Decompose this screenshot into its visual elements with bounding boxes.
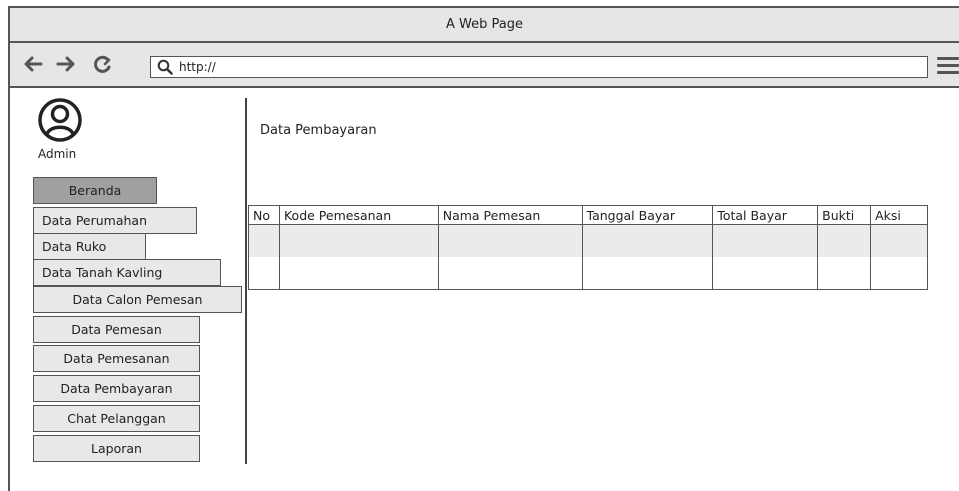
sidebar-item-data-perumahan[interactable]: Data Perumahan (33, 207, 197, 234)
col-header-no: No (248, 205, 280, 225)
hamburger-menu-icon[interactable] (937, 57, 959, 77)
table-cell (581, 224, 714, 257)
sidebar-item-data-calon-pemesan[interactable]: Data Calon Pemesan (33, 286, 242, 313)
table-cell (581, 256, 714, 290)
title-bar: A Web Page (10, 8, 959, 43)
sidebar-item-data-pemesanan[interactable]: Data Pemesanan (33, 345, 200, 372)
search-icon (157, 59, 173, 75)
col-header-aksi: Aksi (870, 205, 928, 225)
payment-table: No Kode Pemesanan Nama Pemesan Tanggal B… (248, 205, 928, 290)
url-text: http:// (179, 60, 216, 74)
sidebar-item-data-tanah-kavling[interactable]: Data Tanah Kavling (33, 259, 221, 286)
address-bar[interactable]: http:// (150, 56, 928, 78)
sidebar-item-label: Beranda (68, 183, 122, 198)
col-header-kode-pemesanan: Kode Pemesanan (278, 205, 439, 225)
table-cell (248, 256, 280, 290)
sidebar-item-label: Data Pemesanan (63, 351, 170, 366)
window-title: A Web Page (446, 17, 523, 32)
table-row (248, 256, 928, 290)
sidebar-item-label: Data Perumahan (42, 213, 148, 228)
page-title: Data Pembayaran (260, 123, 377, 138)
sidebar-item-data-ruko[interactable]: Data Ruko (33, 233, 146, 260)
user-avatar-icon (38, 98, 82, 142)
table-cell (817, 256, 872, 290)
table-row (248, 224, 928, 257)
sidebar-item-label: Chat Pelanggan (67, 411, 166, 426)
col-header-tanggal-bayar: Tanggal Bayar (581, 205, 714, 225)
table-cell (437, 224, 583, 257)
col-header-total-bayar: Total Bayar (712, 205, 819, 225)
sidebar-divider (245, 98, 247, 464)
col-header-bukti: Bukti (817, 205, 872, 225)
sidebar-item-data-pemesan[interactable]: Data Pemesan (33, 316, 200, 343)
sidebar-item-label: Data Pembayaran (60, 381, 173, 396)
table-cell (712, 256, 819, 290)
admin-label: Admin (38, 147, 77, 161)
sidebar-item-chat-pelanggan[interactable]: Chat Pelanggan (33, 405, 200, 432)
table-cell (817, 224, 872, 257)
forward-arrow-icon[interactable] (55, 53, 77, 75)
sidebar-item-label: Data Tanah Kavling (42, 265, 163, 280)
table-header-row: No Kode Pemesanan Nama Pemesan Tanggal B… (248, 205, 928, 225)
table-cell (870, 256, 928, 290)
sidebar-item-beranda[interactable]: Beranda (33, 177, 157, 204)
sidebar-item-label: Data Calon Pemesan (72, 292, 203, 307)
table-cell (278, 256, 439, 290)
browser-toolbar: http:// (10, 43, 959, 88)
table-cell (870, 224, 928, 257)
sidebar-item-laporan[interactable]: Laporan (33, 435, 200, 462)
back-arrow-icon[interactable] (22, 53, 44, 75)
reload-icon[interactable] (92, 53, 114, 75)
table-cell (248, 224, 280, 257)
col-header-nama-pemesan: Nama Pemesan (437, 205, 583, 225)
table-cell (712, 224, 819, 257)
table-cell (437, 256, 583, 290)
table-cell (278, 224, 439, 257)
sidebar-item-label: Data Ruko (42, 239, 107, 254)
sidebar-item-data-pembayaran[interactable]: Data Pembayaran (33, 375, 200, 402)
sidebar-item-label: Data Pemesan (71, 322, 162, 337)
sidebar-item-label: Laporan (91, 441, 142, 456)
